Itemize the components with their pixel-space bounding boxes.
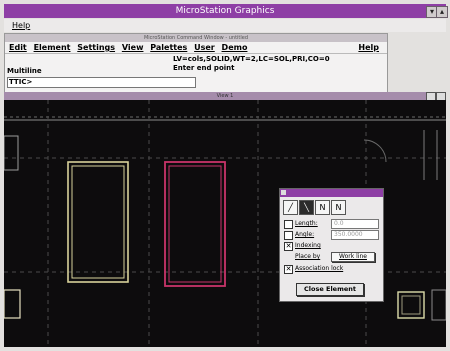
- close-element-button[interactable]: Close Element: [296, 283, 364, 296]
- menu-element[interactable]: Element: [34, 43, 71, 52]
- command-name: Multiline: [7, 67, 42, 75]
- menu-edit[interactable]: Edit: [9, 43, 27, 52]
- menu-help[interactable]: Help: [358, 42, 379, 53]
- view-title: View 1: [216, 93, 234, 99]
- status-prompt: Enter end point: [173, 64, 235, 72]
- menu-settings[interactable]: Settings: [77, 43, 115, 52]
- status-settings: LV=cols,SOLID,WT=2,LC=SOL,PRI,CO=0: [173, 55, 330, 63]
- view-title-bar: View 1: [4, 92, 446, 101]
- menu-demo[interactable]: Demo: [222, 43, 248, 52]
- keyin-field[interactable]: TTIC>: [7, 77, 196, 88]
- wall-fragment: [4, 289, 21, 319]
- screen: MicroStation Graphics ▾ ▴ Help MicroStat…: [0, 0, 450, 351]
- yellow-multiline-inner: [71, 165, 125, 279]
- yellow-multiline: [67, 161, 129, 283]
- app-menu-bar: Help: [4, 19, 446, 32]
- angle-field[interactable]: 350.0000: [331, 230, 379, 240]
- length-field[interactable]: 0.0: [331, 219, 379, 229]
- app-menu-help[interactable]: Help: [12, 21, 30, 30]
- menu-view[interactable]: View: [122, 43, 144, 52]
- place-by-label: Place by: [295, 253, 321, 260]
- association-lock-checkbox[interactable]: ✕: [284, 265, 293, 274]
- tool-multiline[interactable]: ╲: [299, 200, 314, 215]
- magenta-multiline: [164, 161, 226, 287]
- length-label: Length:: [295, 220, 318, 227]
- length-checkbox[interactable]: [284, 220, 293, 229]
- angle-checkbox[interactable]: [284, 231, 293, 240]
- menu-user[interactable]: User: [194, 43, 215, 52]
- angle-label: Angle:: [295, 231, 315, 238]
- wall-fragment: [4, 135, 19, 171]
- dialog-title-bar: [280, 189, 383, 197]
- multiline-dialog: ╱ ╲ N N Length: 0.0 Angle: 350.0000 ✕ In…: [279, 188, 384, 302]
- app-title: MicroStation Graphics: [175, 6, 275, 16]
- wall-fragment: [401, 295, 421, 315]
- indexing-label: Indexing: [295, 242, 321, 249]
- dialog-system-menu[interactable]: [281, 190, 286, 195]
- tool-line[interactable]: ╱: [283, 200, 298, 215]
- door-arc: [363, 139, 387, 163]
- tool-stream[interactable]: N: [315, 200, 330, 215]
- indexing-checkbox[interactable]: ✕: [284, 242, 293, 251]
- command-menu-bar: Edit Element Settings View Palettes User…: [5, 42, 387, 54]
- maximize-button[interactable]: ▴: [436, 6, 448, 18]
- tool-stream-alt[interactable]: N: [331, 200, 346, 215]
- magenta-multiline-inner: [168, 165, 222, 283]
- place-by-option-button[interactable]: Work line: [331, 252, 375, 262]
- command-window: MicroStation Command Window - untitled E…: [4, 33, 388, 93]
- command-window-title: MicroStation Command Window - untitled: [5, 34, 387, 42]
- menu-palettes[interactable]: Palettes: [150, 43, 187, 52]
- app-title-bar: MicroStation Graphics ▾ ▴: [4, 4, 448, 18]
- wall-fragment: [431, 289, 446, 321]
- association-lock-label: Association lock: [295, 265, 344, 272]
